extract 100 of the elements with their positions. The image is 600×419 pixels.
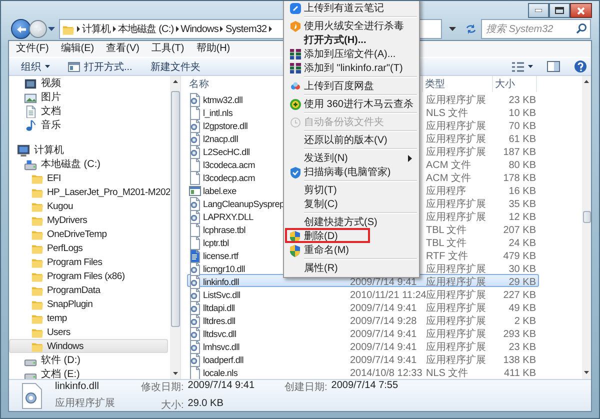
file-name[interactable]: lcptr.tbl bbox=[203, 238, 229, 248]
window-icon bbox=[68, 62, 80, 72]
context-menu-item[interactable]: 上传到有道云笔记 bbox=[284, 1, 419, 15]
scrollbar[interactable] bbox=[170, 76, 180, 379]
file-name[interactable]: lltdres.dll bbox=[203, 316, 236, 326]
nav-item[interactable]: 软件 (D:) bbox=[9, 353, 168, 367]
breadcrumb-item[interactable]: System32 bbox=[225, 24, 267, 34]
file-size: 49 KB bbox=[508, 302, 536, 314]
file-name[interactable]: LangCleanupSysprep bbox=[203, 198, 284, 210]
menu-item[interactable]: 文件(F) bbox=[11, 42, 54, 56]
nav-item[interactable]: OneDriveTemp bbox=[9, 227, 168, 241]
file-name[interactable]: licmgr10.dll bbox=[203, 264, 245, 274]
open-with-button[interactable]: 打开方式... bbox=[62, 58, 138, 74]
nav-item[interactable]: temp bbox=[9, 311, 168, 325]
file-size: 479 KB bbox=[503, 250, 536, 262]
file-name[interactable]: lltdapi.dll bbox=[203, 302, 235, 314]
nav-item[interactable]: Kugou bbox=[9, 199, 168, 213]
context-menu-item[interactable]: 剪切(T) bbox=[284, 183, 419, 197]
context-menu-item[interactable]: 重命名(M) bbox=[284, 243, 419, 257]
context-menu-item[interactable]: 复制(C) bbox=[284, 197, 419, 211]
context-menu-item[interactable]: 还原以前的版本(V) bbox=[284, 133, 419, 147]
organize-button[interactable]: 组织 bbox=[15, 58, 56, 74]
context-menu-item[interactable]: 扫描病毒(电脑管家) bbox=[284, 165, 419, 179]
new-folder-button[interactable]: 新建文件夹 bbox=[144, 58, 206, 74]
scrollbar[interactable] bbox=[582, 76, 591, 379]
nav-item[interactable]: Users bbox=[9, 325, 168, 339]
file-name[interactable]: l_intl.nls bbox=[203, 108, 233, 118]
column-header[interactable]: 大小 bbox=[493, 76, 537, 92]
file-size: 61 KB bbox=[508, 134, 536, 144]
breadcrumb-item[interactable]: Windows bbox=[180, 24, 218, 34]
file-size: 23 KB bbox=[508, 94, 536, 106]
menu-item[interactable]: 查看(V) bbox=[101, 42, 144, 56]
menu-item[interactable]: 工具(T) bbox=[146, 42, 190, 56]
file-name[interactable]: lltdsvc.dll bbox=[203, 328, 236, 340]
breadcrumb-item[interactable]: 本地磁盘 (C:) bbox=[118, 22, 174, 36]
file-name[interactable]: ktmw32.dll bbox=[203, 94, 243, 106]
back-button[interactable] bbox=[11, 19, 31, 39]
breadcrumb-item[interactable]: 计算机 bbox=[82, 22, 111, 36]
file-name[interactable]: l2gpstore.dll bbox=[203, 120, 248, 132]
nav-item[interactable]: SnapPlugin bbox=[9, 297, 168, 311]
search-field[interactable]: 搜索 System32 bbox=[481, 19, 591, 39]
modified-date: 2009/7/14 9:41 bbox=[350, 302, 417, 314]
nav-item[interactable]: 音乐 bbox=[9, 118, 168, 132]
nav-item[interactable]: Windows bbox=[9, 339, 168, 353]
file-name[interactable]: license.rtf bbox=[203, 250, 238, 262]
field-value: 2009/7/14 9:41 bbox=[188, 380, 255, 392]
context-menu-item[interactable]: 属性(R) bbox=[284, 261, 419, 275]
nav-item[interactable]: ProgramData bbox=[9, 283, 168, 297]
nav-item[interactable]: Program Files (x86) bbox=[9, 269, 168, 283]
film-icon bbox=[24, 76, 37, 90]
menu-item[interactable]: 帮助(H) bbox=[191, 42, 236, 56]
nav-item[interactable]: PerfLogs bbox=[9, 241, 168, 255]
file-name[interactable]: l2nacp.dll bbox=[203, 134, 238, 144]
file-name[interactable]: label.exe bbox=[203, 186, 236, 196]
file-name[interactable]: L2SecHC.dll bbox=[203, 146, 250, 158]
modified-date: 2009/7/14 9:41 bbox=[350, 276, 417, 288]
maximize-button[interactable] bbox=[549, 3, 570, 18]
file-type: TBL 文件 bbox=[426, 238, 467, 248]
minimize-button[interactable] bbox=[528, 3, 549, 18]
search-icon bbox=[576, 23, 587, 34]
caret-icon bbox=[448, 27, 456, 31]
menu-item[interactable]: 编辑(E) bbox=[56, 42, 100, 56]
field-value: 29.0 KB bbox=[188, 398, 224, 410]
scrollbar-thumb[interactable] bbox=[170, 91, 180, 327]
nav-item[interactable]: EFI bbox=[9, 171, 168, 185]
close-button[interactable] bbox=[570, 3, 592, 18]
file-type: NLS 文件 bbox=[426, 368, 468, 378]
scrollbar-thumb[interactable] bbox=[582, 211, 590, 223]
context-menu-item[interactable]: 添加到 "linkinfo.rar"(T) bbox=[284, 61, 419, 75]
context-menu-item[interactable]: 创建快捷方式(S) bbox=[284, 215, 419, 229]
file-name[interactable]: lmhsvc.dll bbox=[203, 342, 240, 352]
context-menu-item[interactable]: 添加到压缩文件(A)... bbox=[284, 47, 419, 61]
file-name[interactable]: l3codecp.acm bbox=[203, 172, 255, 184]
file-name[interactable]: ListSvc.dll bbox=[203, 290, 240, 300]
nav-item[interactable]: 计算机 bbox=[9, 143, 168, 157]
field-value: 2009/7/14 7:55 bbox=[331, 380, 398, 392]
nav-item[interactable]: Program Files bbox=[9, 255, 168, 269]
context-menu-item[interactable]: 使用火绒安全进行杀毒 bbox=[284, 19, 419, 33]
drive-icon bbox=[24, 158, 37, 170]
help-icon bbox=[574, 60, 587, 73]
caret-icon bbox=[45, 65, 50, 68]
file-name[interactable]: locale.nls bbox=[203, 368, 238, 378]
file-name[interactable]: loadperf.dll bbox=[203, 354, 244, 366]
nav-item[interactable]: 图片 bbox=[9, 90, 168, 104]
close-icon bbox=[577, 6, 585, 14]
nav-item[interactable]: 本地磁盘 (C:) bbox=[9, 157, 168, 171]
gear-document-icon bbox=[189, 210, 201, 224]
context-menu-item[interactable]: 使用 360进行木马云查杀 bbox=[284, 97, 419, 111]
nav-item[interactable]: 文档 bbox=[9, 104, 168, 118]
music-note-icon bbox=[24, 118, 37, 132]
context-menu-item[interactable]: 发送到(N) bbox=[284, 151, 419, 165]
column-header[interactable]: 类型 bbox=[423, 76, 493, 92]
nav-item[interactable]: HP_LaserJet_Pro_M201-M202 bbox=[9, 185, 168, 199]
file-name[interactable]: LAPRXY.DLL bbox=[203, 212, 254, 222]
up-arrow-icon bbox=[172, 80, 178, 83]
file-name[interactable]: lcphrase.tbl bbox=[203, 224, 246, 236]
file-name[interactable]: l3codeca.acm bbox=[203, 160, 255, 170]
nav-item[interactable]: 视频 bbox=[9, 76, 168, 90]
context-menu-item[interactable]: 删除(D) bbox=[284, 229, 419, 243]
nav-item[interactable]: MyDrivers bbox=[9, 213, 168, 227]
